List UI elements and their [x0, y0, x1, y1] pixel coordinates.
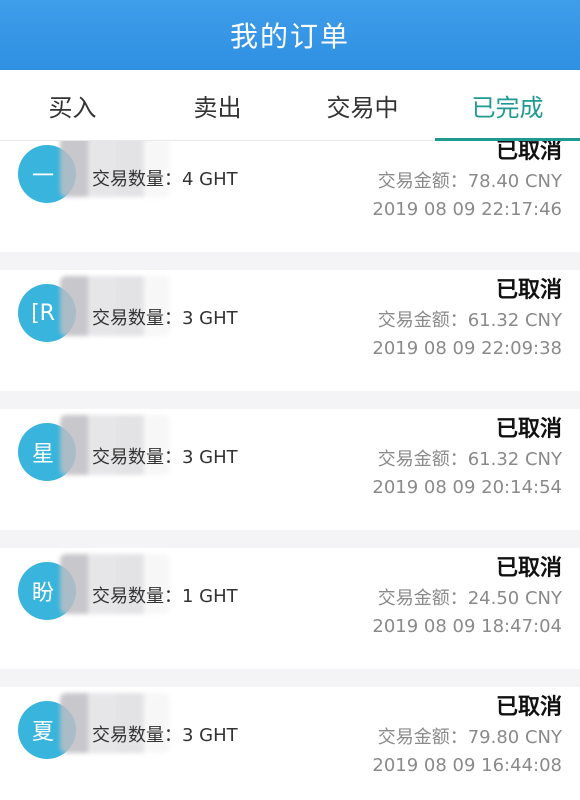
trade-amount: 交易金额：61.32 CNY	[377, 310, 562, 331]
avatar-char: 盼	[31, 581, 54, 606]
order-timestamp: 2019 08 09 22:09:38	[372, 338, 562, 359]
trade-amount: 交易金额：24.50 CNY	[377, 588, 562, 609]
avatar-char: 一	[31, 164, 54, 189]
tab-completed[interactable]: 已完成	[435, 70, 580, 141]
order-tabs: 买入 卖出 交易中 已完成	[0, 70, 580, 141]
trade-amount: 交易金额：61.32 CNY	[377, 449, 562, 470]
status-badge: 已取消	[495, 556, 562, 581]
order-timestamp: 2019 08 09 22:17:46	[372, 199, 562, 220]
page-header: 我的订单	[0, 0, 580, 70]
order-timestamp: 2019 08 09 20:14:54	[372, 477, 562, 498]
status-badge: 已取消	[495, 695, 562, 720]
status-badge: 已取消	[495, 141, 562, 164]
status-badge: 已取消	[495, 278, 562, 303]
trade-amount: 交易金额：79.80 CNY	[377, 727, 562, 748]
tab-sell[interactable]: 卖出	[145, 70, 290, 140]
tab-trading[interactable]: 交易中	[290, 70, 435, 140]
trade-quantity: 交易数量：1 GHT	[92, 586, 238, 607]
order-card[interactable]: [R 交易数量：3 GHT 已取消 交易金额：61.32 CNY 2019 08…	[0, 270, 580, 391]
tab-buy[interactable]: 买入	[0, 70, 145, 140]
order-timestamp: 2019 08 09 16:44:08	[372, 755, 562, 776]
avatar-char: 星	[31, 442, 54, 467]
order-list: 一 交易数量：4 GHT 已取消 交易金额：78.40 CNY 2019 08 …	[0, 141, 580, 800]
trade-quantity: 交易数量：3 GHT	[92, 725, 238, 746]
page-title: 我的订单	[229, 20, 350, 53]
trade-amount: 交易金额：78.40 CNY	[377, 171, 562, 192]
avatar-char: 夏	[31, 720, 54, 745]
order-card[interactable]: 盼 交易数量：1 GHT 已取消 交易金额：24.50 CNY 2019 08 …	[0, 548, 580, 669]
order-card[interactable]: 一 交易数量：4 GHT 已取消 交易金额：78.40 CNY 2019 08 …	[0, 141, 580, 252]
trade-quantity: 交易数量：4 GHT	[92, 169, 238, 190]
order-card[interactable]: 夏 交易数量：3 GHT 已取消 交易金额：79.80 CNY 2019 08 …	[0, 687, 580, 800]
trade-quantity: 交易数量：3 GHT	[92, 308, 238, 329]
order-timestamp: 2019 08 09 18:47:04	[372, 616, 562, 637]
order-card[interactable]: 星 交易数量：3 GHT 已取消 交易金额：61.32 CNY 2019 08 …	[0, 409, 580, 530]
avatar-char: [R	[31, 300, 55, 326]
status-badge: 已取消	[495, 417, 562, 442]
trade-quantity: 交易数量：3 GHT	[92, 447, 238, 468]
